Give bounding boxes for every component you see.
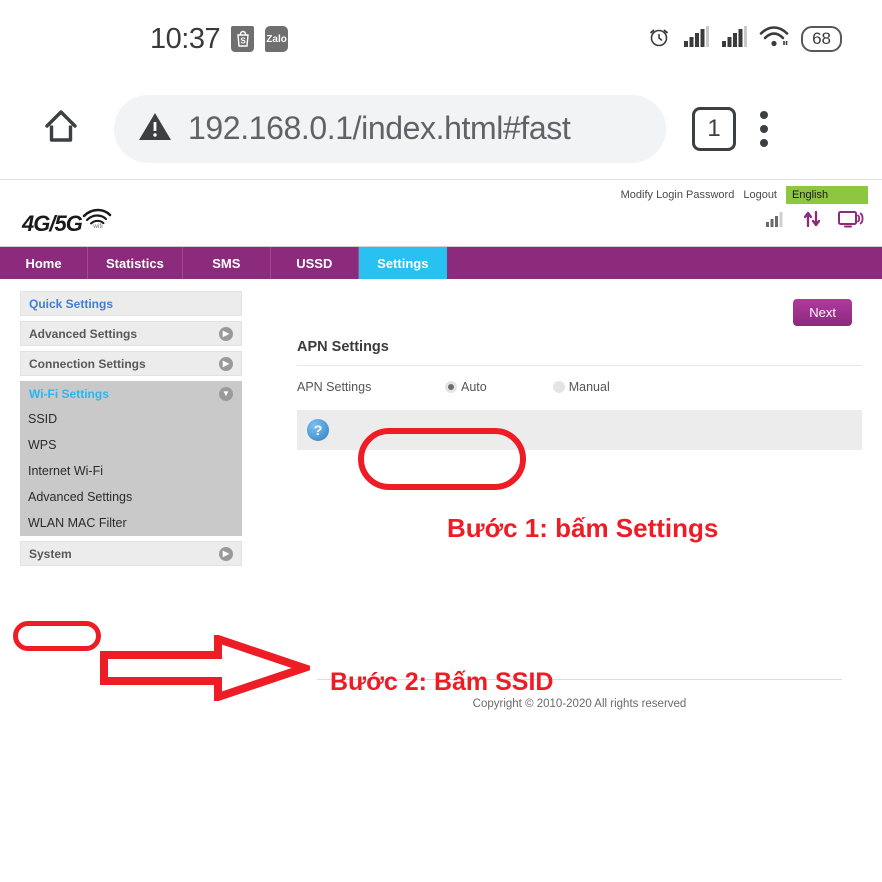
- wifi-icon: [759, 25, 789, 54]
- router-logo: 4G/5G wifi: [22, 202, 112, 235]
- header-status-icons: [766, 210, 864, 233]
- radio-manual-indicator[interactable]: [552, 381, 565, 393]
- annotation-arrow: [100, 633, 317, 706]
- status-bar-clock: 10:37: [150, 22, 221, 55]
- page-body: Quick Settings Advanced Settings ▶ Conne…: [0, 279, 882, 710]
- sidebar-subnav-wifi: SSID WPS Internet Wi-Fi Advanced Setting…: [20, 406, 242, 536]
- sidebar: Quick Settings Advanced Settings ▶ Conne…: [20, 291, 242, 571]
- sidebar-item-connection-settings[interactable]: Connection Settings ▶: [20, 351, 242, 376]
- sidebar-item-wlan-mac-filter[interactable]: WLAN MAC Filter: [20, 510, 242, 536]
- radio-auto-indicator[interactable]: [445, 381, 457, 393]
- nav-item-home[interactable]: Home: [0, 247, 88, 279]
- next-button[interactable]: Next: [793, 299, 852, 326]
- nav-item-ussd[interactable]: USSD: [271, 247, 359, 279]
- warning-triangle-icon[interactable]: [138, 110, 172, 147]
- nav-item-statistics[interactable]: Statistics: [88, 247, 183, 279]
- alarm-clock-icon: [647, 25, 671, 54]
- radio-option-auto[interactable]: Auto: [445, 380, 487, 394]
- zalo-icon: Zalo: [265, 26, 289, 52]
- logo-text: 4G/5G: [22, 211, 83, 236]
- overflow-menu-icon[interactable]: [760, 110, 768, 147]
- nav-item-sms[interactable]: SMS: [183, 247, 271, 279]
- battery-indicator: 68: [801, 25, 842, 53]
- modify-login-password-link[interactable]: Modify Login Password: [621, 189, 735, 201]
- sidebar-item-wifi-advanced-settings[interactable]: Advanced Settings: [20, 484, 242, 510]
- chevron-right-icon: ▶: [219, 326, 233, 341]
- status-bar-right: 68: [647, 25, 842, 54]
- sidebar-item-advanced-settings[interactable]: Advanced Settings ▶: [20, 321, 242, 346]
- shopee-icon: S: [231, 26, 255, 52]
- main-content: Next APN Settings APN Settings Auto Manu…: [297, 291, 862, 710]
- data-transfer-icon: [802, 210, 822, 233]
- sidebar-group-wifi: Wi-Fi Settings ▼ SSID WPS Internet Wi-Fi…: [20, 381, 242, 536]
- radio-manual-label: Manual: [568, 380, 610, 394]
- svg-text:S: S: [240, 37, 246, 46]
- status-bar-left: 10:37 S Zalo: [150, 22, 289, 56]
- signal-bars-sim2-icon: [721, 25, 748, 53]
- sidebar-group-quick: Quick Settings: [20, 291, 242, 316]
- sidebar-item-wps[interactable]: WPS: [20, 432, 242, 458]
- phone-status-bar: 10:37 S Zalo 68: [0, 0, 882, 78]
- tab-counter-button[interactable]: 1: [692, 106, 736, 151]
- language-selector[interactable]: English: [786, 186, 868, 204]
- radio-option-manual[interactable]: Manual: [552, 380, 610, 394]
- svg-text:wifi: wifi: [92, 223, 102, 228]
- chevron-right-icon: ▶: [219, 546, 233, 561]
- address-bar[interactable]: 192.168.0.1/index.html#fast: [114, 94, 666, 163]
- apn-settings-row: APN Settings Auto Manual: [297, 366, 862, 410]
- sidebar-item-label: Wi-Fi Settings: [29, 386, 109, 401]
- nav-item-settings[interactable]: Settings: [358, 247, 447, 279]
- home-icon[interactable]: [38, 103, 84, 154]
- browser-toolbar: 192.168.0.1/index.html#fast 1: [0, 78, 882, 180]
- sidebar-item-label: Advanced Settings: [29, 326, 138, 341]
- annotation-oval-ssid-item: [13, 621, 101, 651]
- sidebar-item-internet-wifi[interactable]: Internet Wi-Fi: [20, 458, 242, 484]
- apn-settings-label: APN Settings: [297, 380, 372, 394]
- signal-bars-sim1-icon: [683, 25, 710, 53]
- sidebar-group-system: System ▶: [20, 541, 242, 566]
- sidebar-item-quick-settings[interactable]: Quick Settings: [20, 291, 242, 316]
- sidebar-item-label: Connection Settings: [29, 356, 146, 371]
- help-question-icon[interactable]: ?: [307, 419, 329, 441]
- connected-devices-icon: [838, 210, 864, 233]
- sidebar-item-ssid[interactable]: SSID: [20, 406, 242, 432]
- help-bar: ?: [297, 410, 862, 450]
- main-navigation: Home Statistics SMS USSD Settings: [0, 247, 882, 279]
- header-links: Modify Login Password Logout English: [621, 186, 868, 204]
- logout-link[interactable]: Logout: [743, 189, 777, 201]
- router-header: 4G/5G wifi Modify Login Password Logout …: [0, 180, 882, 247]
- chevron-down-icon: ▼: [219, 386, 233, 401]
- sidebar-item-system[interactable]: System ▶: [20, 541, 242, 566]
- wifi-signal-icon: wifi: [78, 202, 112, 233]
- sidebar-group-advanced: Advanced Settings ▶: [20, 321, 242, 346]
- radio-auto-label: Auto: [461, 380, 487, 394]
- section-title: APN Settings: [297, 291, 862, 366]
- chevron-right-icon: ▶: [219, 356, 233, 371]
- url-text: 192.168.0.1/index.html#fast: [188, 110, 571, 146]
- signal-strength-icon: [766, 211, 786, 232]
- sidebar-group-connection: Connection Settings ▶: [20, 351, 242, 376]
- footer-copyright: Copyright © 2010-2020 All rights reserve…: [317, 679, 842, 710]
- router-admin-page: 4G/5G wifi Modify Login Password Logout …: [0, 180, 882, 882]
- sidebar-item-wifi-settings[interactable]: Wi-Fi Settings ▼: [20, 381, 242, 406]
- sidebar-item-label: Quick Settings: [29, 296, 114, 311]
- sidebar-item-label: System: [29, 546, 72, 561]
